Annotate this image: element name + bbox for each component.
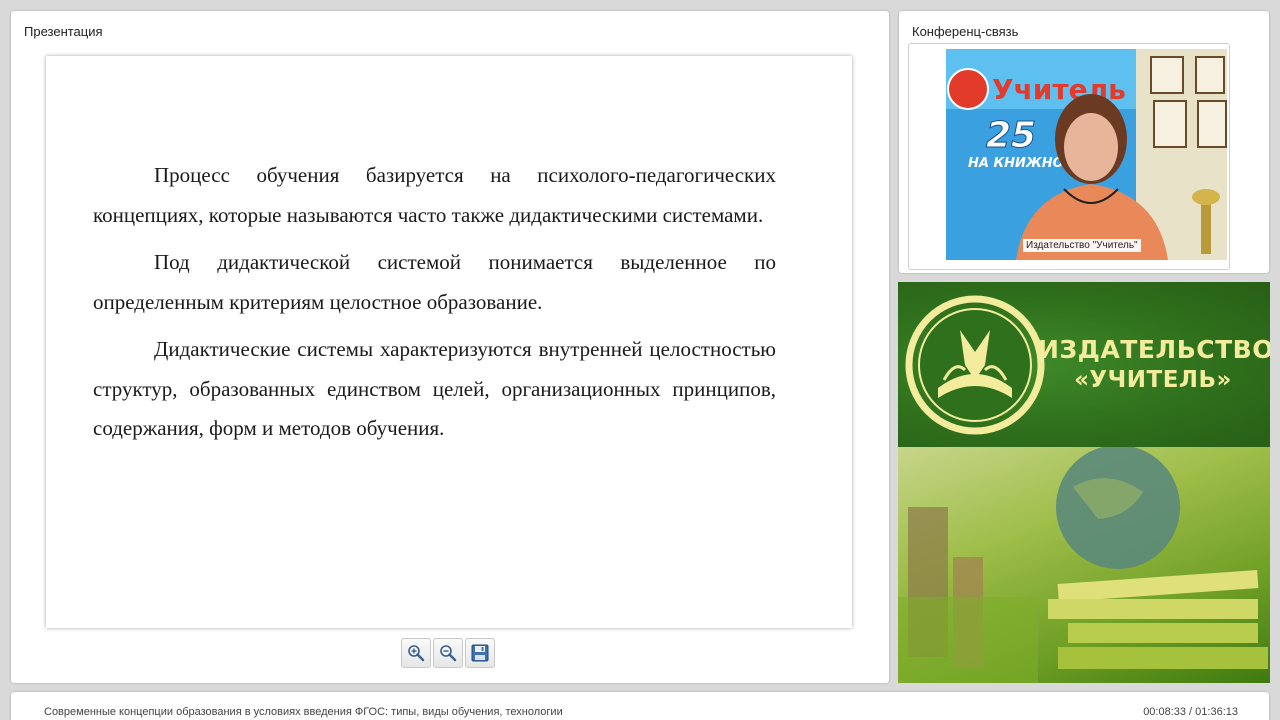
webcam-scene: Учитель 25 НА КНИЖНОМ [946,49,1227,260]
banner-logo-area: ИЗДАТЕЛЬСТВО «УЧИТЕЛЬ» [898,282,1270,447]
books-globe-image [898,445,1268,683]
playback-time: 00:08:33 / 01:36:13 [1143,706,1238,718]
slide-text: Процесс обучения базируется на психолого… [93,156,776,457]
conference-panel: Конференц-связь Учитель 25 НА КНИЖНОМ Из… [899,11,1269,273]
conference-title: Конференц-связь [912,24,1019,39]
presentation-panel: Презентация Процесс обучения базируется … [11,11,889,683]
presentation-title: Презентация [24,24,103,39]
banner-books-image [898,445,1270,683]
lecture-title: Современные концепции образования в усло… [44,706,563,718]
zoom-in-icon [408,645,425,662]
slide-paragraph-1: Процесс обучения базируется на психолого… [93,163,776,227]
slide-toolbar [401,638,495,668]
floppy-disk-icon [471,644,489,662]
slide-paragraph-2: Под дидактической системой понимается вы… [93,250,776,314]
slide-view: Процесс обучения базируется на психолого… [46,56,852,628]
webcam-video[interactable]: Учитель 25 НА КНИЖНОМ Издательство "Учит… [946,49,1227,260]
publisher-banner: ИЗДАТЕЛЬСТВО «УЧИТЕЛЬ» [898,282,1270,683]
zoom-out-icon [440,645,457,662]
video-caption: Издательство "Учитель" [1023,239,1141,252]
zoom-out-button[interactable] [433,638,463,668]
video-frame: Учитель 25 НА КНИЖНОМ Издательство "Учит… [908,43,1230,270]
banner-line-2: «УЧИТЕЛЬ» [1074,367,1232,393]
publisher-logo-icon [905,295,1045,435]
save-button[interactable] [465,638,495,668]
status-bar: Современные концепции образования в усло… [11,692,1269,720]
slide-paragraph-3: Дидактические системы характеризуются вн… [93,337,776,440]
video-years-text: 25 [986,115,1036,156]
banner-line-1: ИЗДАТЕЛЬСТВО [1038,335,1270,364]
zoom-in-button[interactable] [401,638,431,668]
